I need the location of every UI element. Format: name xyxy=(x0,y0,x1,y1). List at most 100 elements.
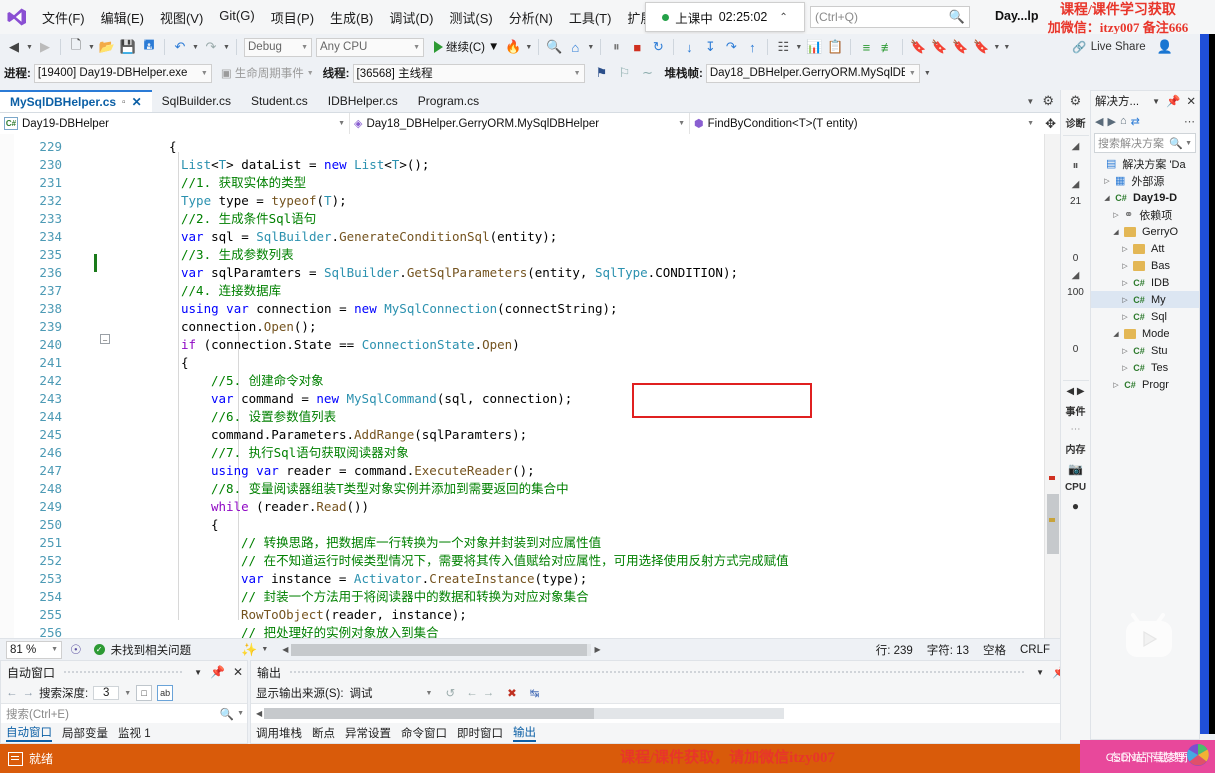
chevron-down-icon[interactable]: ▼ xyxy=(51,646,58,653)
diagnostics-icon[interactable]: 📊 xyxy=(804,37,824,57)
expander-icon[interactable]: ▷ xyxy=(1120,245,1130,253)
output-tab-1[interactable]: 断点 xyxy=(312,725,335,741)
output-hscroll-thumb[interactable] xyxy=(264,708,595,719)
live-share-button[interactable]: 🔗 Live Share xyxy=(1072,40,1145,54)
undo-icon[interactable]: ↶ xyxy=(170,37,190,57)
pin-icon[interactable]: ▫ xyxy=(122,97,126,108)
new-file-dropdown-icon[interactable]: ▼ xyxy=(87,44,96,51)
autos-tab-1[interactable]: 局部变量 xyxy=(62,725,108,741)
solution-tree-node[interactable]: ▷ C# My xyxy=(1091,291,1199,308)
expander-icon[interactable]: ◢ xyxy=(1111,330,1121,338)
expander-icon[interactable]: ▷ xyxy=(1120,313,1130,321)
unflag-icon[interactable]: ∼ xyxy=(638,63,658,83)
expander-icon[interactable]: ▷ xyxy=(1120,347,1130,355)
solution-platform-combo[interactable]: Any CPU ▼ xyxy=(316,37,424,57)
recording-status-pill[interactable]: 上课中 02:25:02 ⌃ xyxy=(645,2,805,32)
solution-tree-node[interactable]: ▷ ⚭ 依赖项 xyxy=(1091,206,1199,223)
chevron-down-icon[interactable]: ▼ xyxy=(124,690,131,697)
solution-tree-node[interactable]: ▤ 解决方案 'Da xyxy=(1091,155,1199,172)
lifecycle-dropdown-icon[interactable]: ▼ xyxy=(307,70,314,77)
account-icon[interactable]: 👤 xyxy=(1155,37,1175,57)
code-cleanup-icon[interactable]: ✨ xyxy=(241,642,257,658)
step-out-icon[interactable]: ↑ xyxy=(742,37,762,57)
bookmark-overflow-icon[interactable]: ▼ xyxy=(992,44,1001,51)
editor-tab-2[interactable]: Student.cs xyxy=(241,90,318,112)
search-icon[interactable]: 🔍 xyxy=(220,707,234,721)
break-all-icon[interactable]: ⏸ xyxy=(606,37,626,57)
chevron-down-icon[interactable]: ▼ xyxy=(574,70,581,77)
chevron-down-icon[interactable]: ▼ xyxy=(261,646,268,653)
bookmark-clear-icon[interactable]: 🔖 xyxy=(971,37,991,57)
search-icon[interactable]: 🔍 xyxy=(1169,137,1183,150)
chevron-down-icon[interactable]: ▼ xyxy=(201,70,208,77)
pin-icon[interactable]: 📌 xyxy=(206,665,229,679)
clear-all-icon[interactable]: ✖ xyxy=(507,686,517,700)
save-icon[interactable]: 💾 xyxy=(118,37,138,57)
stackframe-combo[interactable]: Day18_DBHelper.GerryORM.MySqlDBI ▼ xyxy=(705,63,920,83)
pause-icon[interactable]: ⏸ xyxy=(1061,155,1091,176)
menu-item-4[interactable]: 项目(P) xyxy=(263,4,322,31)
solution-tree-node[interactable]: ▷ C# Stu xyxy=(1091,342,1199,359)
navbar-type-combo[interactable]: ◈ Day18_DBHelper.GerryORM.MySqlDBHelper … xyxy=(350,112,690,135)
navbar-project-combo[interactable]: C# Day19-DBHelper ▼ xyxy=(0,112,350,135)
output-hscroll-track[interactable] xyxy=(264,708,785,719)
menu-item-6[interactable]: 调试(D) xyxy=(381,4,441,31)
editor-tab-1[interactable]: SqlBuilder.cs xyxy=(151,90,242,112)
new-file-icon[interactable]: 🗋 xyxy=(66,37,86,57)
threads-dropdown-icon[interactable]: ▼ xyxy=(794,44,803,51)
output-tab-3[interactable]: 命令窗口 xyxy=(401,725,447,741)
open-file-icon[interactable]: 📂 xyxy=(97,37,117,57)
chevron-down-icon[interactable]: ▼ xyxy=(1185,140,1192,147)
abc-search-icon[interactable]: ab xyxy=(157,685,174,701)
editor-horizontal-scrollbar[interactable]: ◀ ▶ xyxy=(282,643,601,656)
go-to-next-icon[interactable]: → xyxy=(483,687,495,699)
stop-debugging-icon[interactable]: ■ xyxy=(627,37,647,57)
solution-configuration-combo[interactable]: Debug ▼ xyxy=(244,37,312,57)
outdent-icon[interactable]: ≢ xyxy=(877,37,897,57)
whitespace-indicator[interactable]: 空格 xyxy=(983,642,1006,658)
solution-tree-node[interactable]: ◢ C# Day19-D xyxy=(1091,189,1199,206)
navigate-back-icon[interactable]: ◀ xyxy=(4,37,24,57)
record-icon[interactable]: ● xyxy=(1061,496,1091,516)
navigate-forward-icon[interactable]: ▶ xyxy=(35,37,55,57)
bookmark-prev-icon[interactable]: 🔖 xyxy=(929,37,949,57)
forward-icon[interactable]: ▶ xyxy=(1107,115,1115,128)
expander-icon[interactable]: ◢ xyxy=(1111,228,1121,236)
chevron-down-icon[interactable]: ▼ xyxy=(909,70,916,77)
chevron-down-icon[interactable]: ▼ xyxy=(413,44,420,51)
hscroll-thumb[interactable] xyxy=(291,643,588,656)
expander-icon[interactable]: ▷ xyxy=(1102,177,1112,185)
solution-tree-node[interactable]: ▷ ▦ 外部源 xyxy=(1091,172,1199,189)
menu-item-7[interactable]: 测试(S) xyxy=(441,4,500,31)
editor-tab-4[interactable]: Program.cs xyxy=(407,90,490,112)
back-icon[interactable]: ◀ xyxy=(1095,115,1103,128)
chevron-down-icon[interactable]: ▼ xyxy=(488,41,499,53)
solution-explorer-search[interactable]: 搜索解决方案 🔍 ▼ xyxy=(1094,133,1196,153)
toolbar2-overflow-icon[interactable]: ▼ xyxy=(923,70,932,77)
collapse-icon[interactable]: ◢ xyxy=(1061,267,1091,284)
expander-icon[interactable]: ▷ xyxy=(1120,279,1130,287)
copy-stack-icon[interactable]: 📋 xyxy=(825,37,845,57)
menu-item-2[interactable]: 视图(V) xyxy=(152,4,211,31)
output-tab-4[interactable]: 即时窗口 xyxy=(457,725,503,741)
overflow-icon[interactable]: ▼ xyxy=(586,44,595,51)
chevron-down-icon[interactable]: ▼ xyxy=(426,690,433,697)
search-depth-value[interactable]: 3 xyxy=(93,686,120,700)
solution-tree-node[interactable]: ▷ Att xyxy=(1091,240,1199,257)
chevron-down-icon[interactable]: ▼ xyxy=(234,710,247,717)
scrollbar-thumb[interactable] xyxy=(1047,494,1059,554)
collapse-region-icon[interactable]: ⚊ xyxy=(100,334,110,344)
expander-icon[interactable]: ◢ xyxy=(1102,194,1112,202)
home-window-icon[interactable]: ⌂ xyxy=(565,37,585,57)
output-hscrollbar[interactable]: ◀ xyxy=(251,703,1089,723)
editor-tab-3[interactable]: IDBHelper.cs xyxy=(317,90,408,112)
hscroll-track[interactable] xyxy=(291,643,592,656)
chevron-down-icon[interactable]: ▼ xyxy=(301,44,308,51)
hot-reload-dropdown-icon[interactable]: ▼ xyxy=(524,44,533,51)
menu-item-3[interactable]: Git(G) xyxy=(211,4,262,31)
close-icon[interactable]: ✕ xyxy=(1186,94,1199,108)
solution-tree-node[interactable]: ◢ GerryO xyxy=(1091,223,1199,240)
split-view-icon[interactable]: ✥ xyxy=(1045,116,1056,132)
solution-tree-node[interactable]: ▷ C# Progr xyxy=(1091,376,1199,393)
threads-icon[interactable]: ☷ xyxy=(773,37,793,57)
